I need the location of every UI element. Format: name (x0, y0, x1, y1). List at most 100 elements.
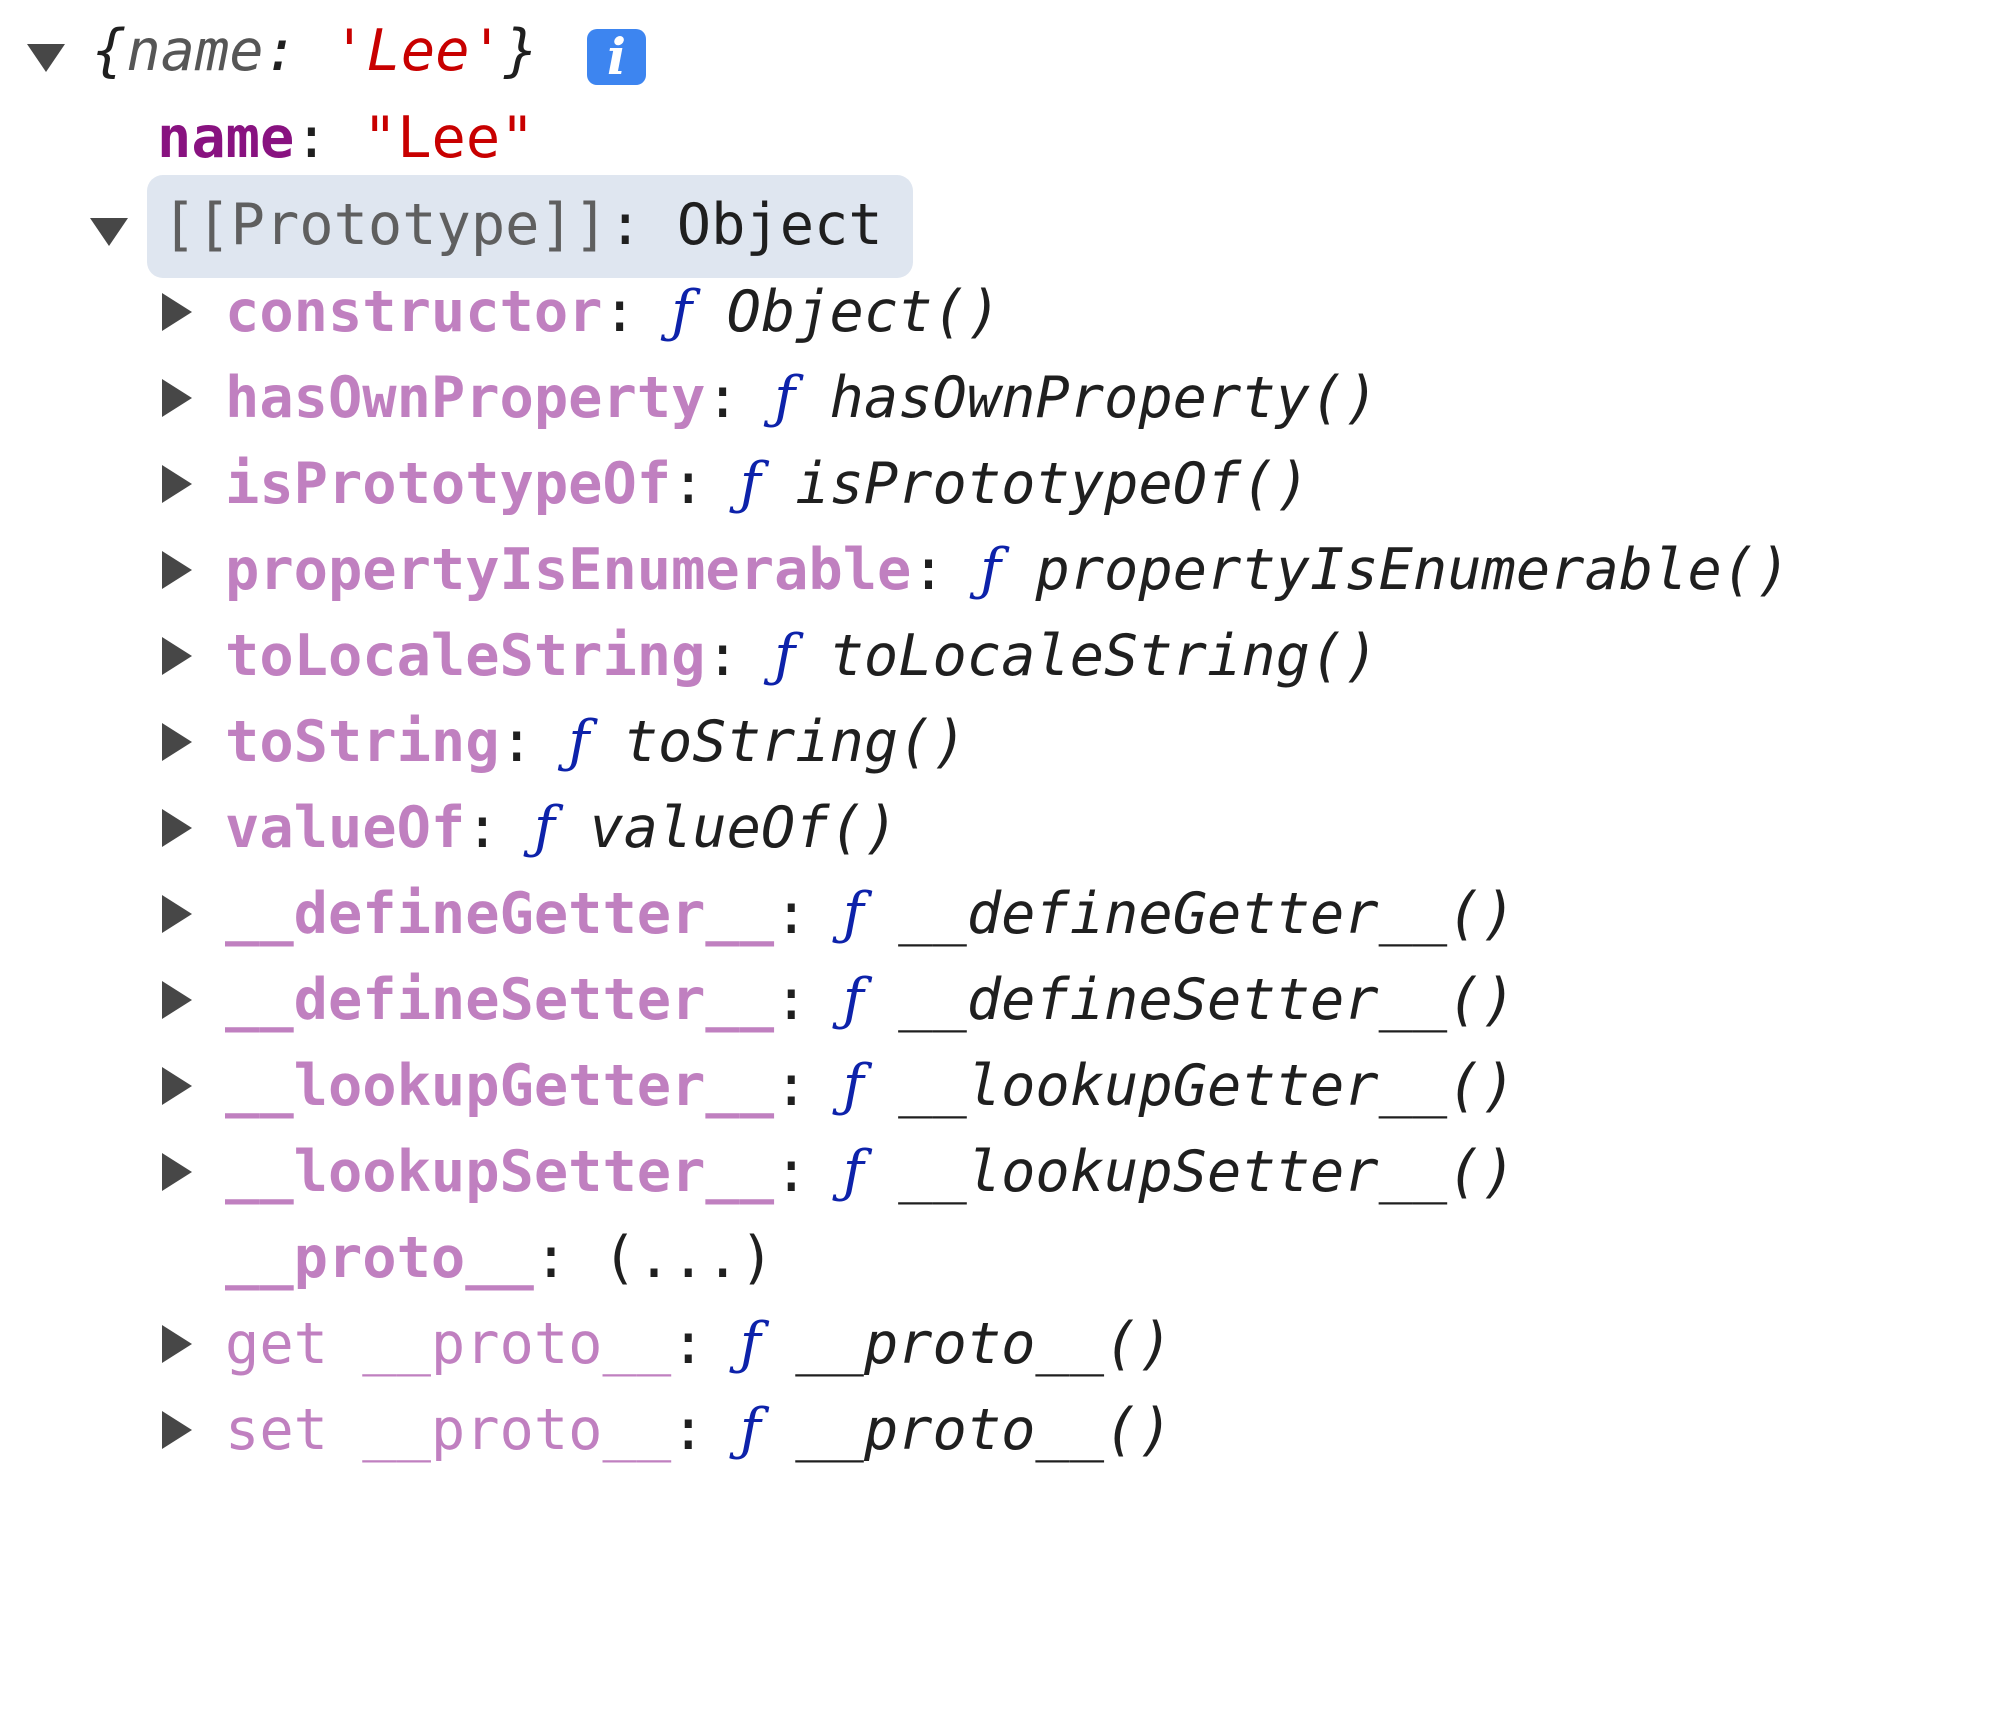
accessor-separator: : (671, 1311, 740, 1377)
member-key: constructor (225, 279, 603, 345)
accessor-key: __proto__ (362, 1311, 672, 1377)
function-icon: ƒ (979, 537, 1002, 603)
collapse-triangle-icon[interactable] (27, 44, 65, 72)
expand-triangle-icon[interactable] (162, 379, 192, 417)
expand-triangle-icon[interactable] (162, 981, 192, 1019)
expand-triangle-icon[interactable] (162, 723, 192, 761)
function-icon: ƒ (739, 1311, 761, 1377)
object-root-row[interactable]: {name: 'Lee'} i (0, 8, 646, 94)
member-function-name: isPrototypeOf() (795, 451, 1310, 517)
member-function-name: __lookupGetter__() (898, 1053, 1516, 1119)
function-icon: ƒ (842, 967, 864, 1033)
member-key: toString (225, 709, 500, 775)
member-function-name: toLocaleString() (829, 623, 1379, 689)
accessor-function-name: __proto__() (795, 1397, 1173, 1463)
member-separator: : (774, 967, 843, 1033)
member-separator: : (499, 709, 569, 775)
accessor-separator: : (671, 1397, 740, 1463)
member-function-name: valueOf() (589, 795, 899, 861)
accessor-key: __proto__ (225, 1225, 534, 1291)
member-key: __defineSetter__ (225, 967, 775, 1033)
member-function-name: toString() (623, 709, 967, 775)
prototype-member-row[interactable]: valueOf: ƒ valueOf() (0, 785, 898, 871)
accessor-separator: : (533, 1225, 603, 1291)
function-icon: ƒ (774, 365, 796, 431)
expand-triangle-icon[interactable] (162, 1411, 192, 1449)
member-key: __lookupGetter__ (225, 1053, 775, 1119)
prototype-value: Object (676, 192, 883, 258)
prototype-label: [[Prototype]] (162, 192, 609, 258)
expand-triangle-icon[interactable] (162, 1153, 192, 1191)
prototype-member-row[interactable]: hasOwnProperty: ƒ hasOwnProperty() (0, 355, 1379, 441)
expand-triangle-icon[interactable] (162, 1325, 192, 1363)
member-function-name: __lookupSetter__() (898, 1139, 1516, 1205)
member-separator: : (465, 795, 534, 861)
prototype-member-row[interactable]: __lookupSetter__: ƒ __lookupSetter__() (0, 1129, 1516, 1215)
member-separator: : (602, 279, 672, 345)
expand-triangle-icon[interactable] (162, 1067, 192, 1105)
member-separator: : (911, 537, 980, 603)
prototype-separator: : (608, 192, 677, 258)
accessor-lazy-value[interactable]: (...) (603, 1225, 775, 1291)
info-icon[interactable]: i (587, 29, 646, 85)
accessor-prefix: get (225, 1311, 328, 1377)
member-key: __defineGetter__ (225, 881, 775, 947)
prototype-member-row[interactable]: isPrototypeOf: ƒ isPrototypeOf() (0, 441, 1310, 527)
member-function-name: hasOwnProperty() (829, 365, 1379, 431)
proto-accessor-row[interactable]: __proto__: (...) (0, 1215, 774, 1301)
setter-row[interactable]: set __proto__: ƒ __proto__() (0, 1387, 1173, 1473)
accessor-function-name: __proto__() (795, 1311, 1173, 1377)
expand-triangle-icon[interactable] (162, 551, 192, 589)
member-key: __lookupSetter__ (225, 1139, 775, 1205)
preview-key: name (126, 18, 264, 84)
expand-triangle-icon[interactable] (162, 895, 192, 933)
console-object-tree: {name: 'Lee'} i name: "Lee" [[Prototype]… (0, 0, 2000, 1477)
function-icon: ƒ (842, 1139, 864, 1205)
accessor-key: __proto__ (362, 1397, 672, 1463)
prototype-member-row[interactable]: __defineSetter__: ƒ __defineSetter__() (0, 957, 1516, 1043)
function-icon: ƒ (739, 1397, 761, 1463)
prototype-member-row[interactable]: constructor: ƒ Object() (0, 269, 1001, 355)
prototype-member-row[interactable]: __defineGetter__: ƒ __defineGetter__() (0, 871, 1516, 957)
expand-triangle-icon[interactable] (162, 637, 192, 675)
member-key: valueOf (225, 795, 466, 861)
expand-triangle-icon[interactable] (162, 293, 192, 331)
member-function-name: Object() (726, 279, 1002, 345)
prototype-member-row[interactable]: propertyIsEnumerable: ƒ propertyIsEnumer… (0, 527, 1790, 613)
member-key: isPrototypeOf (225, 451, 672, 517)
preview-separator: : (263, 18, 333, 84)
collapse-triangle-icon[interactable] (90, 218, 128, 246)
member-separator: : (774, 1053, 843, 1119)
prototype-member-row[interactable]: __lookupGetter__: ƒ __lookupGetter__() (0, 1043, 1516, 1129)
function-icon: ƒ (739, 451, 761, 517)
accessor-prefix: set (225, 1397, 328, 1463)
property-value: "Lee" (362, 105, 535, 171)
prototype-member-row[interactable]: toLocaleString: ƒ toLocaleString() (0, 613, 1379, 699)
function-icon: ƒ (533, 795, 555, 861)
expand-triangle-icon[interactable] (162, 465, 192, 503)
function-icon: ƒ (568, 709, 590, 775)
property-separator: : (294, 105, 363, 171)
function-icon: ƒ (774, 623, 796, 689)
preview-value: 'Lee' (332, 18, 504, 84)
getter-row[interactable]: get __proto__: ƒ __proto__() (0, 1301, 1173, 1387)
preview-close-brace: } (503, 18, 539, 84)
member-key: hasOwnProperty (225, 365, 706, 431)
preview-open-brace: { (92, 18, 127, 84)
object-preview: {name: 'Lee'} (92, 8, 538, 94)
member-separator: : (705, 365, 775, 431)
member-function-name: __defineSetter__() (898, 967, 1516, 1033)
property-key: name (157, 105, 295, 171)
own-property-row[interactable]: name: "Lee" (0, 95, 535, 181)
prototype-row[interactable]: [[Prototype]]: Object (0, 182, 883, 268)
expand-triangle-icon[interactable] (162, 809, 192, 847)
function-icon: ƒ (671, 279, 693, 345)
function-icon: ƒ (842, 881, 864, 947)
member-key: propertyIsEnumerable (225, 537, 912, 603)
member-function-name: __defineGetter__() (898, 881, 1516, 947)
prototype-member-row[interactable]: toString: ƒ toString() (0, 699, 967, 785)
member-separator: : (671, 451, 740, 517)
member-separator: : (705, 623, 775, 689)
member-key: toLocaleString (225, 623, 706, 689)
member-separator: : (774, 1139, 843, 1205)
